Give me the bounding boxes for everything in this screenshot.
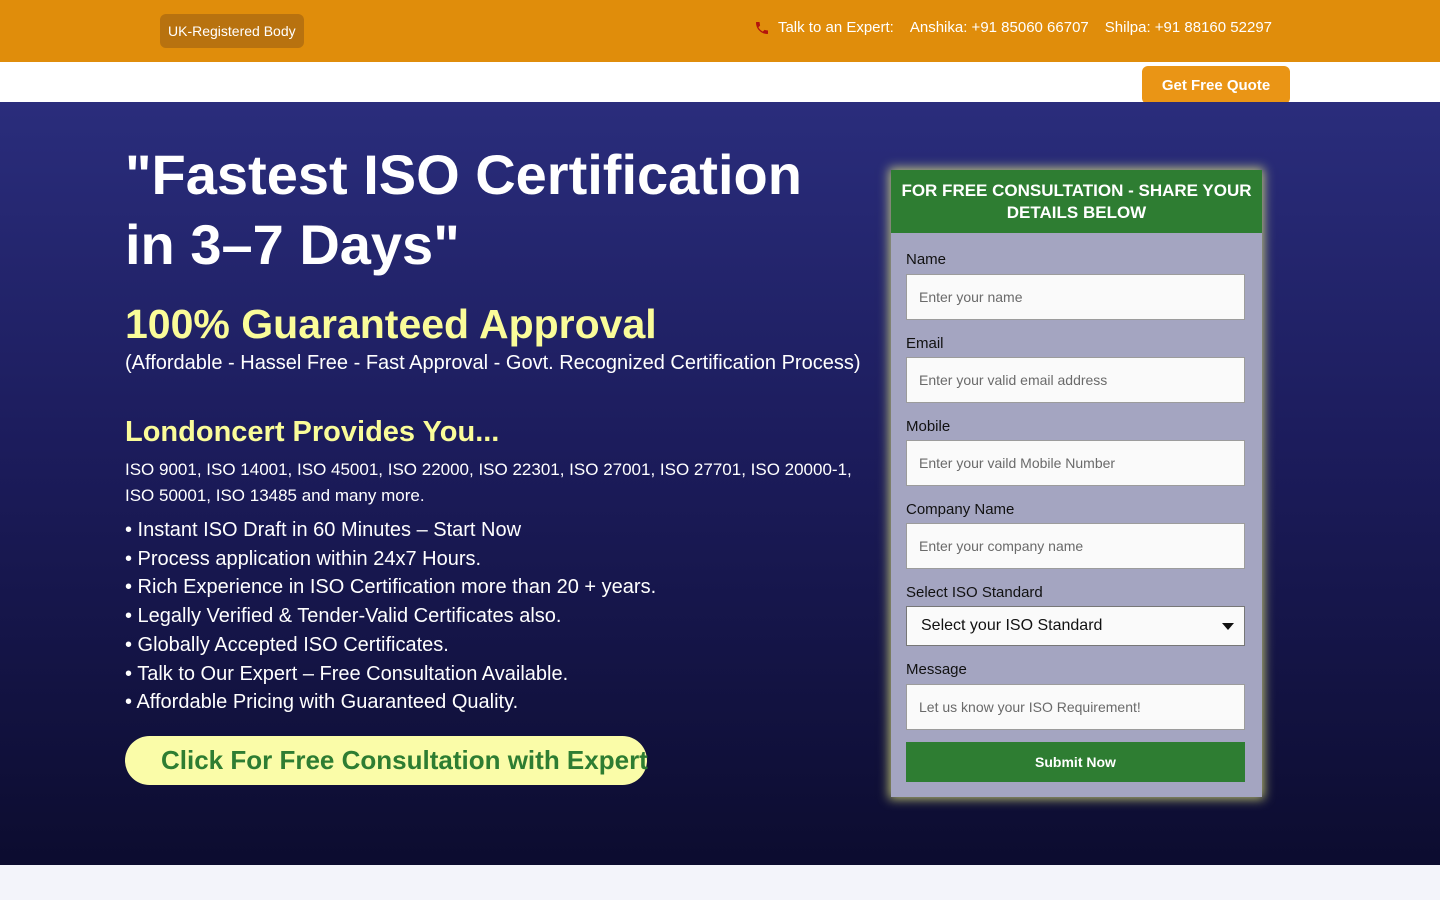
iso-standard-selected: Select your ISO Standard: [921, 617, 1103, 634]
uk-registered-badge: UK-Registered Body: [160, 14, 304, 48]
below-fold-section: [0, 865, 1440, 900]
provides-heading: Londoncert Provides You...: [125, 416, 500, 448]
company-label: Company Name: [906, 501, 1015, 518]
mobile-label: Mobile: [906, 418, 951, 435]
contact-info: Talk to an Expert: Anshika: +91 85060 66…: [754, 19, 1272, 36]
email-label: Email: [906, 335, 944, 352]
guaranteed-approval-heading: 100% Guaranteed Approval: [125, 301, 657, 347]
submit-button[interactable]: Submit Now: [906, 742, 1245, 782]
navbar: Get Free Quote: [0, 62, 1440, 104]
feature-item: • Rich Experience in ISO Certification m…: [125, 576, 657, 599]
feature-item: • Legally Verified & Tender-Valid Certif…: [125, 605, 562, 628]
form-heading: FOR FREE CONSULTATION - SHARE YOUR DETAI…: [891, 170, 1262, 233]
name-label: Name: [906, 251, 947, 268]
phone-shilpa[interactable]: Shilpa: +91 88160 52297: [1105, 19, 1272, 36]
hero-section: "Fastest ISO Certification in 3–7 Days" …: [0, 102, 1440, 865]
talk-to-expert-label: Talk to an Expert:: [777, 19, 894, 36]
hero-headline: "Fastest ISO Certification in 3–7 Days": [125, 143, 802, 276]
free-consultation-label: Click For Free Consultation with Expert: [161, 745, 648, 775]
chevron-down-icon: [1222, 623, 1234, 630]
iso-standard-label: Select ISO Standard: [906, 584, 1043, 601]
feature-item: • Talk to Our Expert – Free Consultation…: [125, 662, 569, 685]
feature-item: • Affordable Pricing with Guaranteed Qua…: [125, 691, 519, 714]
top-bar: UK-Registered Body Talk to an Expert: An…: [0, 0, 1440, 62]
mobile-input[interactable]: [906, 440, 1245, 486]
feature-item: • Instant ISO Draft in 60 Minutes – Star…: [125, 519, 522, 541]
iso-standards-list: ISO 9001, ISO 14001, ISO 45001, ISO 2200…: [125, 460, 852, 505]
message-input[interactable]: [906, 684, 1245, 730]
phone-anshika[interactable]: Anshika: +91 85060 66707: [910, 19, 1089, 36]
free-consultation-button[interactable]: Click For Free Consultation with Expert: [125, 736, 648, 785]
feature-item: • Process application within 24x7 Hours.: [125, 547, 482, 570]
name-input[interactable]: [906, 274, 1245, 320]
hero-subtext: (Affordable - Hassel Free - Fast Approva…: [125, 352, 861, 374]
iso-standard-select[interactable]: Select your ISO Standard: [906, 606, 1245, 646]
phone-icon: [755, 21, 768, 34]
company-input[interactable]: [906, 523, 1245, 569]
feature-item: • Globally Accepted ISO Certificates.: [125, 633, 449, 656]
get-free-quote-button[interactable]: Get Free Quote: [1142, 66, 1290, 104]
feature-list: • Instant ISO Draft in 60 Minutes – Star…: [125, 516, 656, 717]
consultation-form: FOR FREE CONSULTATION - SHARE YOUR DETAI…: [891, 170, 1262, 797]
message-label: Message: [906, 661, 967, 678]
email-input[interactable]: [906, 357, 1245, 403]
